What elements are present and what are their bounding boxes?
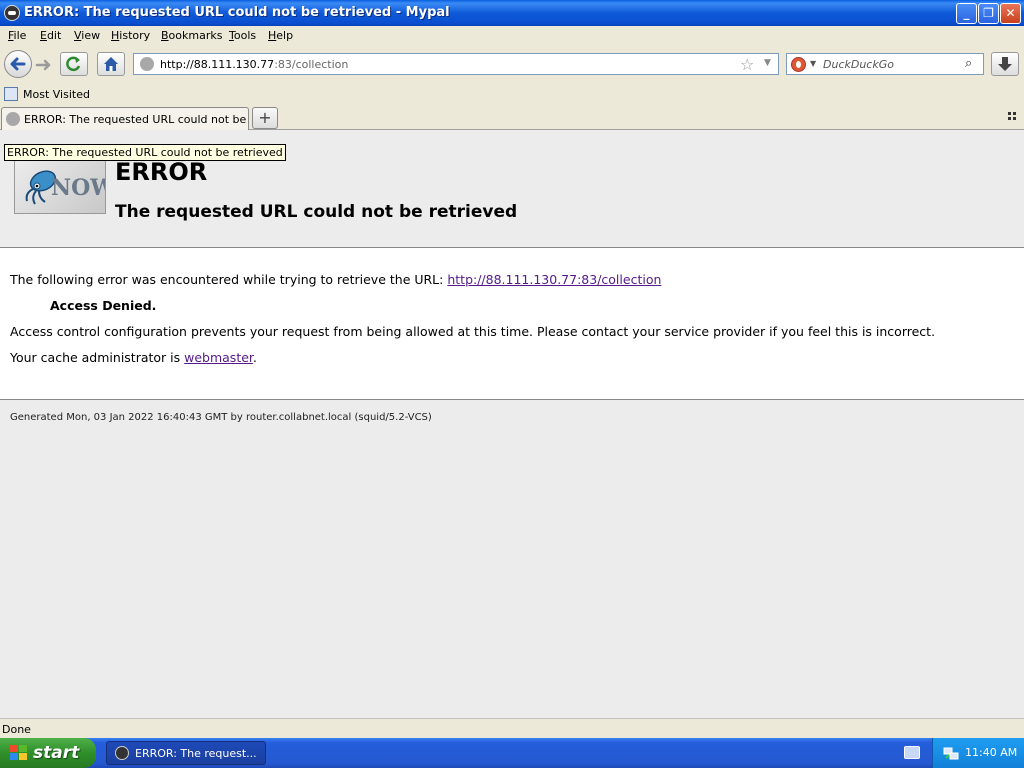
url-path: :83/collection: [274, 58, 349, 71]
reload-icon: [66, 56, 81, 72]
network-icon[interactable]: [943, 745, 959, 761]
error-footer: Generated Mon, 03 Jan 2022 16:40:43 GMT …: [0, 400, 1024, 718]
error-intro: The following error was encountered whil…: [10, 272, 661, 287]
squid-logo: NOW: [14, 160, 106, 214]
download-arrow-icon: [998, 57, 1012, 71]
tab-globe-icon: [6, 112, 20, 126]
windows-taskbar: start ERROR: The request... 11:40 AM: [0, 738, 1024, 768]
menu-file[interactable]: File: [8, 29, 26, 42]
most-visited-bookmark[interactable]: Most Visited: [23, 88, 90, 101]
cache-admin-suffix: .: [252, 350, 257, 365]
downloads-button[interactable]: [991, 52, 1019, 76]
webmaster-link[interactable]: webmaster: [184, 350, 253, 365]
logo-now-text: NOW: [51, 175, 105, 201]
error-header: NOW ERROR The requested URL could not be…: [0, 130, 1024, 248]
menu-bar: File Edit View History Bookmarks Tools H…: [0, 26, 1024, 46]
requested-url-link[interactable]: http://88.111.130.77:83/collection: [447, 272, 661, 287]
error-intro-text: The following error was encountered whil…: [10, 272, 448, 287]
search-input[interactable]: [821, 56, 961, 72]
menu-history[interactable]: History: [111, 29, 150, 42]
error-heading: ERROR: [115, 158, 208, 186]
bookmark-star-icon[interactable]: ☆: [740, 55, 754, 74]
mypal-task-icon: [115, 746, 129, 760]
url-text: http://88.111.130.77:83/collection: [160, 58, 348, 71]
close-button[interactable]: ✕: [1000, 3, 1021, 24]
start-button[interactable]: start: [0, 738, 96, 768]
tab-strip: ERROR: The requested URL could not be re…: [0, 106, 1024, 130]
back-arrow-icon: [10, 57, 26, 71]
menu-help[interactable]: Help: [268, 29, 293, 42]
most-visited-folder-icon: [4, 87, 18, 101]
tab-error-page[interactable]: ERROR: The requested URL could not be re…: [1, 107, 249, 130]
home-button[interactable]: [97, 52, 125, 76]
taskbar-item-mypal[interactable]: ERROR: The request...: [106, 741, 266, 765]
forward-arrow-icon: [35, 59, 51, 71]
url-host: http://88.111.130.77: [160, 58, 275, 71]
menu-view[interactable]: View: [74, 29, 100, 42]
home-icon: [104, 57, 118, 71]
search-bar: ▼ ⌕: [786, 53, 984, 75]
title-bar: ERROR: The requested URL could not be re…: [0, 0, 1024, 26]
duckduckgo-icon[interactable]: [791, 57, 806, 72]
menu-tools[interactable]: Tools: [229, 29, 256, 42]
page-content: NOW ERROR The requested URL could not be…: [0, 130, 1024, 718]
tab-label: ERROR: The requested URL could not be re…: [24, 113, 246, 126]
tab-list-grip-icon[interactable]: [1008, 112, 1018, 122]
status-text: Done: [2, 723, 31, 736]
restore-button[interactable]: ❐: [978, 3, 999, 24]
forward-button[interactable]: [34, 56, 54, 74]
url-bar[interactable]: http://88.111.130.77:83/collection ☆ ▼: [133, 53, 779, 75]
navigation-toolbar: http://88.111.130.77:83/collection ☆ ▼ ▼…: [0, 46, 1024, 84]
task-label: ERROR: The request...: [135, 747, 257, 760]
reload-button[interactable]: [60, 52, 88, 76]
access-denied-label: Access Denied.: [50, 298, 157, 313]
error-explanation: Access control configuration prevents yo…: [10, 324, 936, 339]
menu-edit[interactable]: Edit: [40, 29, 61, 42]
url-history-dropdown-icon[interactable]: ▼: [764, 58, 771, 68]
new-tab-button[interactable]: +: [252, 107, 278, 129]
globe-icon: [140, 57, 154, 71]
windows-flag-icon: [10, 745, 28, 761]
tab-tooltip: ERROR: The requested URL could not be re…: [4, 144, 286, 161]
minimize-button[interactable]: _: [956, 3, 977, 24]
error-subheading: The requested URL could not be retrieved: [115, 202, 518, 222]
keyboard-language-icon[interactable]: [904, 746, 920, 759]
window-title: ERROR: The requested URL could not be re…: [24, 5, 450, 20]
start-label: start: [33, 743, 80, 763]
generated-info: Generated Mon, 03 Jan 2022 16:40:43 GMT …: [10, 412, 432, 423]
status-bar: Done: [0, 718, 1024, 738]
search-engine-dropdown-icon[interactable]: ▼: [810, 59, 816, 68]
mypal-app-icon[interactable]: [4, 5, 20, 21]
cache-admin-prefix: Your cache administrator is: [10, 350, 185, 365]
bookmarks-toolbar: Most Visited: [0, 84, 1024, 106]
menu-bookmarks[interactable]: Bookmarks: [161, 29, 222, 42]
clock[interactable]: 11:40 AM: [965, 746, 1017, 759]
cache-admin-line: Your cache administrator is webmaster.: [10, 350, 257, 365]
system-tray: 11:40 AM: [932, 738, 1024, 768]
search-icon[interactable]: ⌕: [965, 56, 972, 71]
back-button[interactable]: [4, 50, 32, 78]
